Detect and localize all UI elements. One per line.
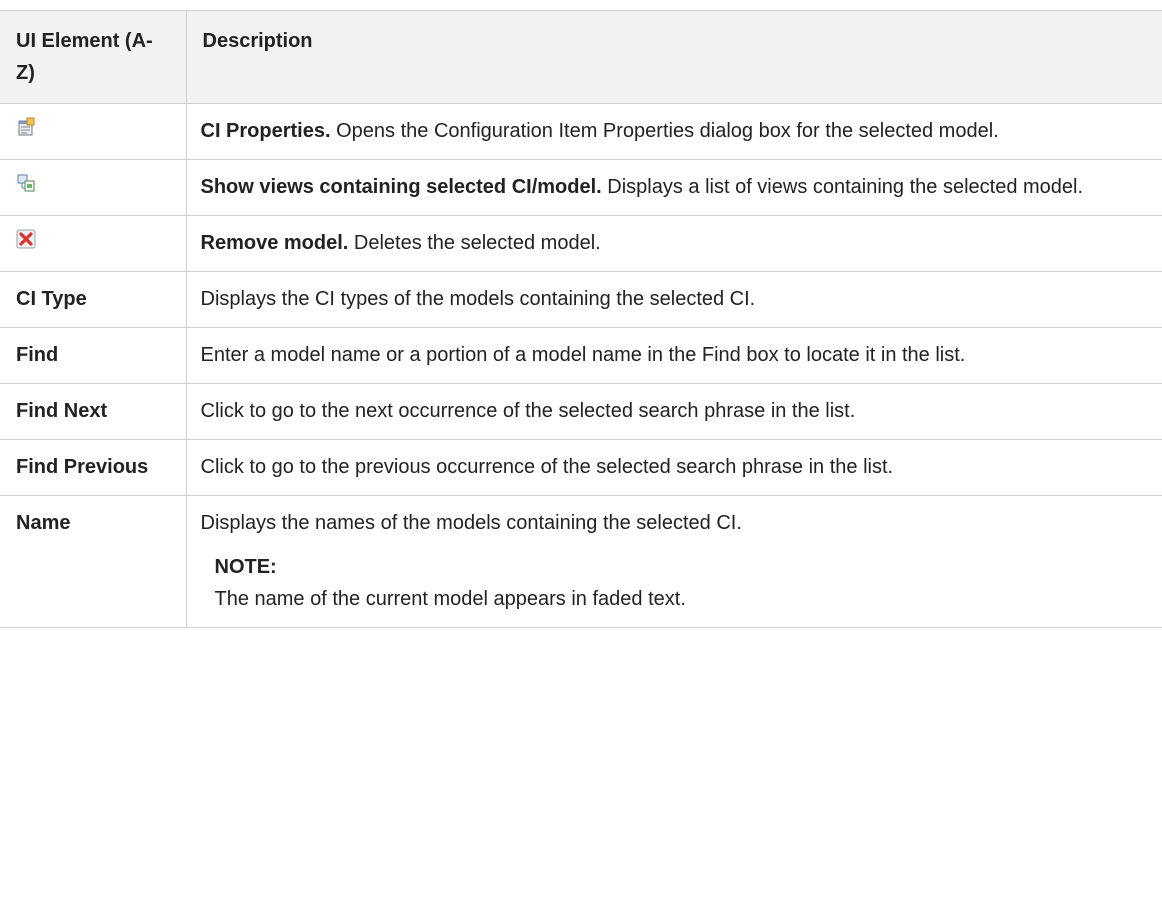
description-text: Deletes the selected model. bbox=[348, 232, 601, 254]
description-text: Displays a list of views containing the … bbox=[601, 176, 1084, 198]
element-name: Find bbox=[0, 327, 187, 384]
term: CI Properties. bbox=[200, 120, 331, 142]
table-row: Find Enter a model name or a portion of … bbox=[0, 327, 1162, 384]
table-row: Remove model. Deletes the selected model… bbox=[0, 215, 1162, 272]
description-cell: CI Properties. Opens the Configuration I… bbox=[185, 103, 1162, 160]
element-name: CI Type bbox=[0, 271, 187, 328]
element-name: Find Next bbox=[0, 383, 187, 440]
description-text: Displays the names of the models contain… bbox=[200, 512, 742, 534]
description-cell: Remove model. Deletes the selected model… bbox=[185, 215, 1162, 272]
table-row: Find Previous Click to go to the previou… bbox=[0, 439, 1162, 496]
description-text: Displays the CI types of the models cont… bbox=[185, 271, 1162, 328]
element-cell bbox=[0, 215, 187, 272]
show-views-icon bbox=[17, 174, 35, 192]
table-header-row: UI Element (A-Z) Description bbox=[0, 10, 1162, 104]
term: Show views containing selected CI/model. bbox=[200, 176, 602, 198]
description-text: Enter a model name or a portion of a mod… bbox=[185, 327, 1162, 384]
table-row: Name Displays the names of the models co… bbox=[0, 495, 1162, 628]
table-row: Find Next Click to go to the next occurr… bbox=[0, 383, 1162, 440]
element-cell bbox=[0, 103, 187, 160]
header-ui-element: UI Element (A-Z) bbox=[0, 10, 187, 104]
table-row: Show views containing selected CI/model.… bbox=[0, 159, 1162, 216]
description-cell: Show views containing selected CI/model.… bbox=[185, 159, 1162, 216]
element-name: Find Previous bbox=[0, 439, 187, 496]
element-cell bbox=[0, 159, 187, 216]
term: Remove model. bbox=[200, 232, 349, 254]
properties-icon bbox=[18, 117, 35, 136]
header-description: Description bbox=[185, 10, 1162, 104]
description-text: Click to go to the next occurrence of th… bbox=[185, 383, 1162, 440]
note-label: NOTE: bbox=[214, 556, 277, 578]
element-name: Name bbox=[0, 495, 187, 628]
table-row: CI Type Displays the CI types of the mod… bbox=[0, 271, 1162, 328]
table-row: CI Properties. Opens the Configuration I… bbox=[0, 103, 1162, 160]
description-cell: Displays the names of the models contain… bbox=[185, 495, 1162, 628]
description-text: Opens the Configuration Item Properties … bbox=[330, 120, 999, 142]
note-text: The name of the current model appears in… bbox=[214, 588, 686, 610]
description-text: Click to go to the previous occurrence o… bbox=[185, 439, 1162, 496]
ui-elements-table: UI Element (A-Z) Description CI Properti… bbox=[0, 10, 1162, 628]
remove-icon bbox=[16, 229, 36, 249]
